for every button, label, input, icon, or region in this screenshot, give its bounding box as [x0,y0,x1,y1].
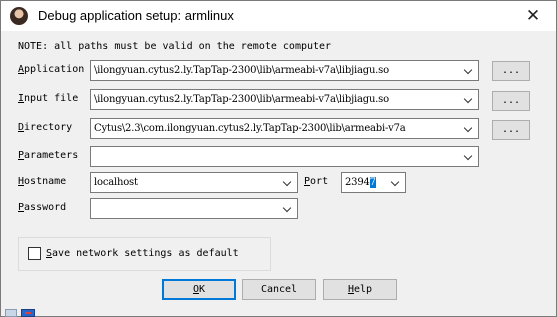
cancel-button[interactable]: Cancel [242,279,316,300]
save-settings-checkbox[interactable] [28,247,41,260]
close-icon[interactable]: ✕ [516,4,550,28]
input-file-value: \ilongyuan.cytus2.ly.TapTap-2300\lib\arm… [94,94,389,105]
hostname-value: localhost [94,177,138,188]
application-value: \ilongyuan.cytus2.ly.TapTap-2300\lib\arm… [94,65,389,76]
chevron-down-icon[interactable] [279,199,297,218]
taskbar-app-icon[interactable] [21,309,35,317]
parameters-combo[interactable] [90,146,479,167]
port-value-plain: 2394 [345,177,370,188]
taskbar-window-icon[interactable] [5,309,17,317]
port-combo[interactable]: 23947 [341,172,406,193]
ok-button[interactable]: OK [162,279,236,300]
chevron-down-icon[interactable] [460,147,478,166]
input-file-label: Input file [18,93,79,104]
input-file-combo[interactable]: \ilongyuan.cytus2.ly.TapTap-2300\lib\arm… [90,89,479,110]
chevron-down-icon[interactable] [279,173,297,192]
parameters-label: Parameters [18,150,79,161]
directory-label: Directory [18,122,73,133]
window-title: Debug application setup: armlinux [38,8,234,23]
hostname-combo[interactable]: localhost [90,172,298,193]
title-bar[interactable]: Debug application setup: armlinux ✕ [1,1,556,31]
user-avatar-icon [10,7,28,25]
password-label: Password [18,202,67,213]
port-value-selected: 7 [369,177,376,188]
chevron-down-icon[interactable] [460,90,478,109]
input-file-browse-button[interactable]: ... [492,91,530,111]
chevron-down-icon[interactable] [460,61,478,80]
hostname-label: Hostname [18,176,67,187]
directory-value: Cytus\2.3\com.ilongyuan.cytus2.ly.TapTap… [94,123,406,134]
application-combo[interactable]: \ilongyuan.cytus2.ly.TapTap-2300\lib\arm… [90,60,479,81]
chevron-down-icon[interactable] [460,119,478,138]
directory-combo[interactable]: Cytus\2.3\com.ilongyuan.cytus2.ly.TapTap… [90,118,479,139]
save-settings-label[interactable]: Save network settings as default [46,248,239,259]
application-browse-button[interactable]: ... [492,61,530,81]
password-combo[interactable] [90,198,298,219]
application-label: Application [18,64,85,75]
paths-note: NOTE: all paths must be valid on the rem… [18,41,332,52]
debug-setup-dialog: Debug application setup: armlinux ✕ NOTE… [0,0,557,317]
directory-browse-button[interactable]: ... [492,120,530,140]
chevron-down-icon[interactable] [387,173,405,192]
help-button[interactable]: Help [323,279,397,300]
port-label: Port [304,176,329,187]
port-value: 23947 [345,177,376,188]
